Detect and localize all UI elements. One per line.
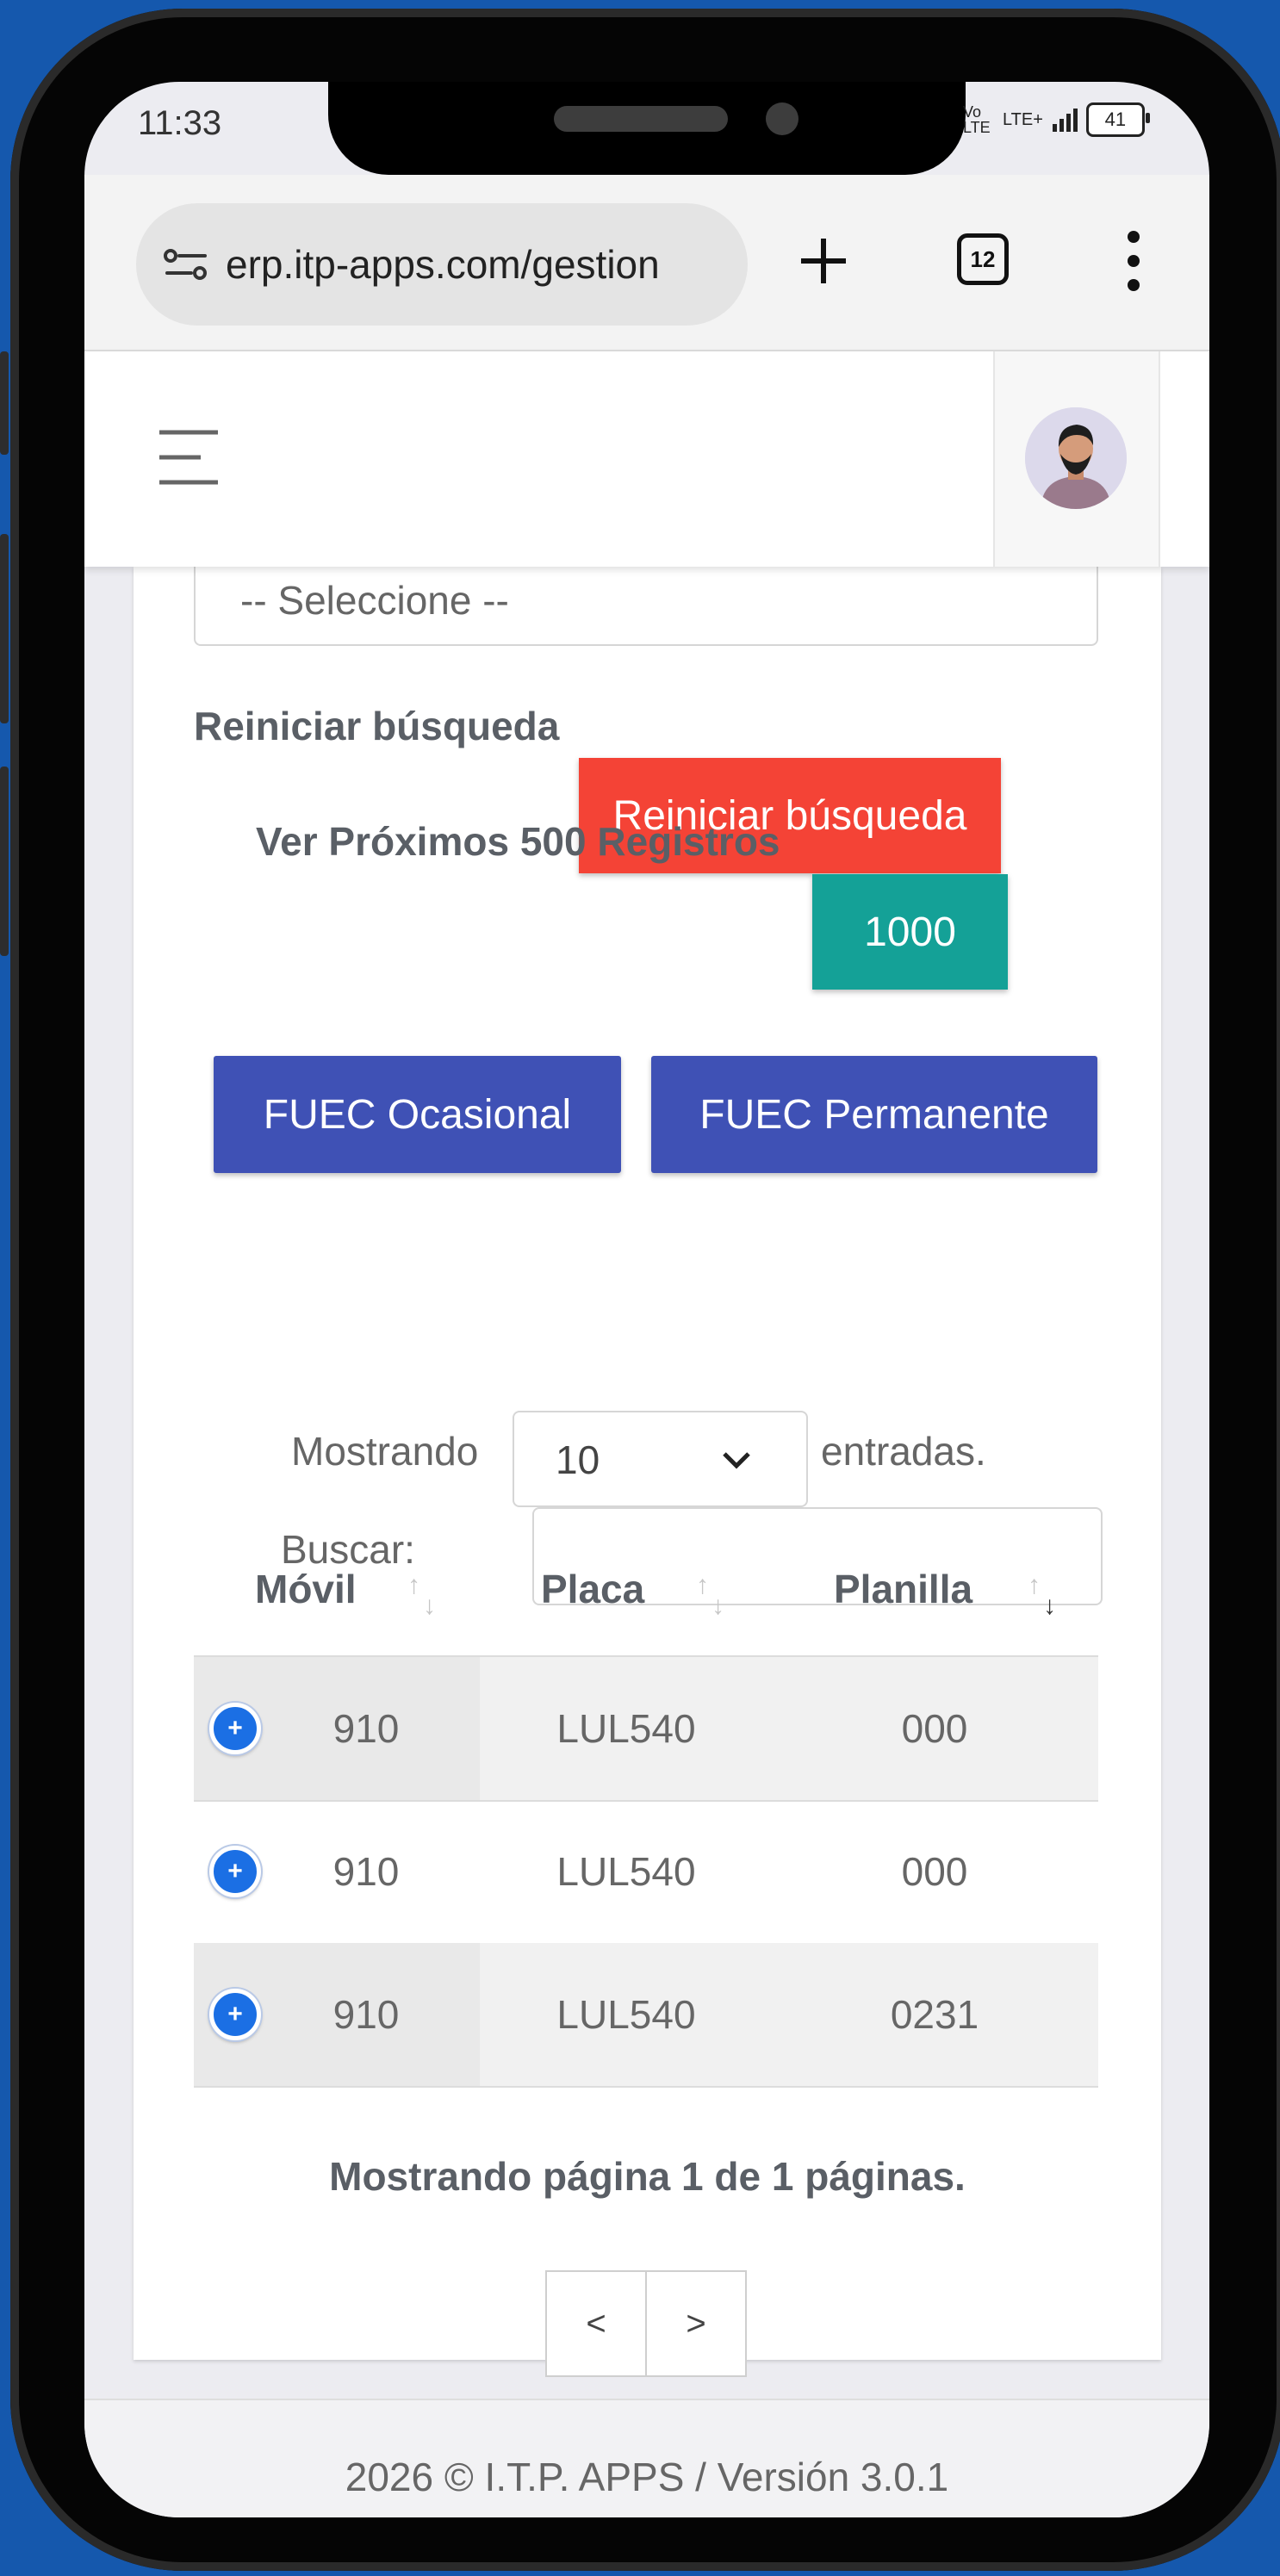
avatar[interactable]	[1025, 407, 1127, 509]
entries-label: entradas.	[821, 1429, 986, 1474]
table-row: + 910 LUL540 0231	[194, 1943, 1098, 2088]
expand-row-icon[interactable]: +	[209, 1846, 261, 1897]
showing-label: Mostrando	[291, 1429, 479, 1474]
cell-placa: LUL540	[556, 1706, 696, 1751]
next-records-label: Ver Próximos 500 Registros	[256, 819, 780, 864]
table-row: + 910 LUL540 000	[194, 1800, 1098, 1945]
speaker-grille	[554, 106, 728, 132]
cell-movil: 910	[332, 1992, 400, 2037]
cell-placa: LUL540	[556, 1849, 696, 1894]
status-indicators: Vo LTE LTE+ 41	[963, 102, 1150, 137]
next-records-button[interactable]: 1000	[812, 874, 1008, 990]
cell-movil: 910	[332, 1706, 400, 1751]
cell-planilla: 0231	[890, 1992, 979, 2037]
fuec-permanente-button[interactable]: FUEC Permanente	[651, 1056, 1097, 1173]
chevron-down-icon	[723, 1452, 750, 1469]
sort-icon[interactable]: ↓	[423, 1592, 436, 1621]
app-header	[84, 351, 1209, 567]
pagination: < >	[545, 2270, 747, 2377]
url-text: erp.itp-apps.com/gestion	[226, 242, 660, 287]
select-placeholder: -- Seleccione --	[240, 578, 509, 623]
more-menu-icon[interactable]	[1125, 230, 1142, 292]
camera-notch	[328, 82, 966, 175]
status-time: 11:33	[138, 104, 222, 142]
phone-side-button	[0, 767, 9, 956]
column-header-placa[interactable]: Placa	[541, 1566, 644, 1612]
prev-page-button[interactable]: <	[547, 2272, 647, 2375]
user-menu[interactable]	[993, 351, 1160, 567]
cell-planilla: 000	[901, 1849, 968, 1894]
footer-text: 2026 © I.T.P. APPS / Versión 3.0.1	[345, 2455, 949, 2499]
page-footer: 2026 © I.T.P. APPS / Versión 3.0.1	[84, 2399, 1209, 2517]
next-page-button[interactable]: >	[647, 2272, 745, 2375]
user-avatar-icon	[1025, 407, 1127, 509]
battery-icon: 41	[1085, 102, 1150, 137]
lte-indicator: LTE+	[1003, 109, 1043, 129]
new-tab-icon[interactable]	[798, 235, 849, 287]
expand-row-icon[interactable]: +	[209, 1989, 261, 2040]
page-size-value: 10	[556, 1437, 600, 1482]
sort-icon[interactable]: ↓	[1043, 1592, 1056, 1621]
tab-switcher-button[interactable]: 12	[957, 233, 1009, 285]
battery-level: 41	[1104, 109, 1127, 130]
site-settings-icon[interactable]	[160, 243, 212, 286]
phone-side-button	[0, 534, 9, 723]
column-header-movil[interactable]: Móvil	[255, 1566, 357, 1612]
pagination-info: Mostrando página 1 de 1 páginas.	[329, 2154, 966, 2199]
phone-side-button	[0, 351, 9, 455]
browser-toolbar: erp.itp-apps.com/gestion 12	[84, 175, 1209, 351]
column-header-planilla[interactable]: Planilla	[834, 1566, 972, 1612]
hamburger-menu-icon[interactable]	[158, 429, 220, 486]
sort-icon[interactable]: ↑	[407, 1571, 420, 1600]
cell-planilla: 000	[901, 1706, 968, 1751]
content-card: -- Seleccione -- Reiniciar búsqueda Rein…	[134, 541, 1161, 2377]
cell-movil: 910	[332, 1849, 400, 1894]
page-size-select[interactable]: 10	[513, 1411, 808, 1507]
address-bar[interactable]: erp.itp-apps.com/gestion	[136, 203, 748, 326]
sort-icon[interactable]: ↑	[696, 1571, 709, 1600]
phone-screen: 11:33 Vo LTE LTE+ 41 erp.itp-apps.com/ge…	[84, 82, 1209, 2517]
signal-icon	[1052, 109, 1078, 132]
fuec-ocasional-button[interactable]: FUEC Ocasional	[214, 1056, 621, 1173]
cell-placa: LUL540	[556, 1992, 696, 2037]
reset-search-label: Reiniciar búsqueda	[194, 704, 560, 748]
table-row: + 910 LUL540 000	[194, 1657, 1098, 1802]
sort-icon[interactable]: ↓	[711, 1592, 724, 1621]
sort-icon[interactable]: ↑	[1028, 1571, 1041, 1600]
expand-row-icon[interactable]: +	[209, 1703, 261, 1754]
front-camera	[766, 102, 798, 135]
volte-indicator: Vo LTE	[963, 103, 991, 136]
